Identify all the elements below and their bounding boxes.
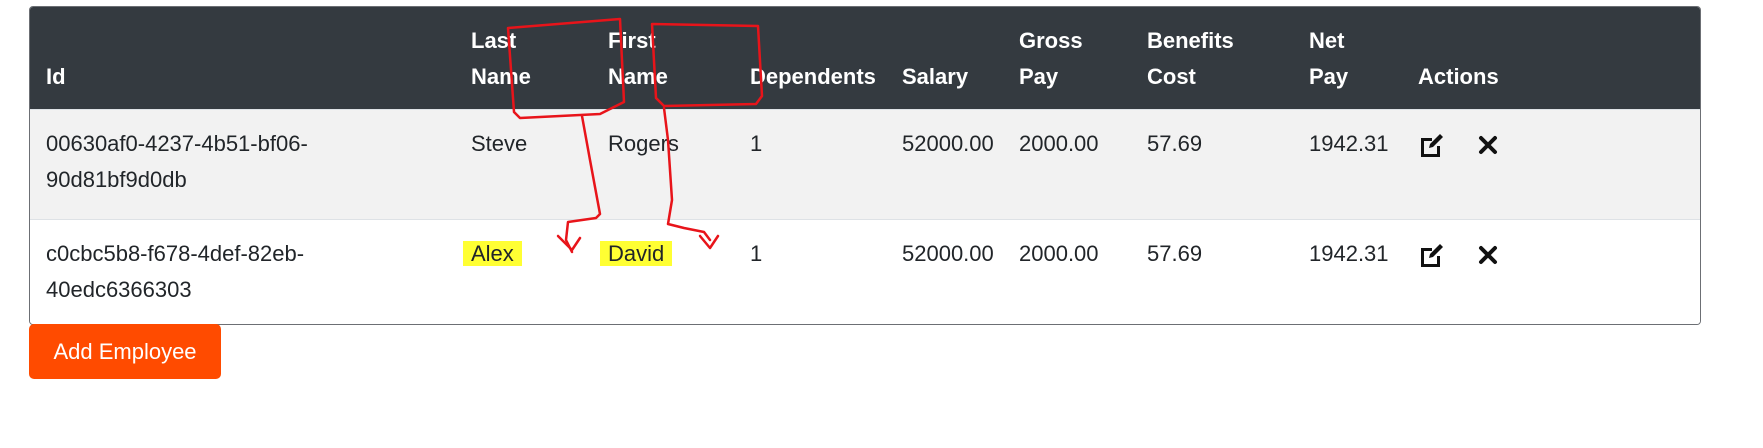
header-id-label: Id (46, 64, 66, 89)
header-net-pay: Net Pay (1293, 7, 1402, 110)
header-salary-label: Salary (902, 64, 969, 89)
cell-salary: 52000.00 (886, 219, 1003, 324)
header-dependents: Dependents (734, 7, 886, 110)
header-salary: Salary (886, 7, 1003, 110)
highlighted-last-name: Alex (463, 241, 522, 266)
header-first-name: First Name (592, 7, 734, 110)
cell-gross-pay: 2000.00 (1003, 219, 1131, 324)
add-employee-button[interactable]: Add Employee (29, 324, 221, 379)
cell-last-name: Steve (455, 109, 592, 220)
cell-net-pay: 1942.31 (1293, 109, 1402, 220)
header-benefits-cost-line1: Benefits (1147, 28, 1234, 53)
employee-table-container: Id Last Name First Name Dependents Salary … (29, 6, 1701, 325)
cell-first-name: David (592, 219, 734, 324)
header-last-name-line2: Name (471, 64, 531, 89)
header-actions: Actions (1402, 7, 1700, 110)
highlighted-first-name: David (600, 241, 673, 266)
header-first-name-line1: First (608, 28, 656, 53)
header-id: Id (30, 7, 455, 110)
header-row: Id Last Name First Name Dependents Salary … (30, 7, 1700, 110)
cell-gross-pay: 2000.00 (1003, 109, 1131, 220)
cell-id-line2: 90d81bf9d0db (46, 167, 187, 192)
cell-actions (1402, 109, 1700, 220)
cell-salary: 52000.00 (886, 109, 1003, 220)
cell-dependents: 1 (734, 109, 886, 220)
header-last-name: Last Name (455, 7, 592, 110)
cell-last-name: Alex (455, 219, 592, 324)
header-last-name-line1: Last (471, 28, 517, 53)
header-gross-pay-line2: Pay (1019, 64, 1059, 89)
table-body: 00630af0-4237-4b51-bf06- 90d81bf9d0db Ste… (30, 109, 1700, 324)
edit-icon[interactable] (1418, 131, 1446, 159)
cell-benefits-cost: 57.69 (1131, 219, 1293, 324)
header-actions-label: Actions (1418, 64, 1499, 89)
cell-id: 00630af0-4237-4b51-bf06- 90d81bf9d0db (30, 109, 455, 220)
cell-actions (1402, 219, 1700, 324)
cell-first-name: Rogers (592, 109, 734, 220)
header-net-pay-line2: Pay (1309, 64, 1349, 89)
table-row: 00630af0-4237-4b51-bf06- 90d81bf9d0db Ste… (30, 109, 1700, 220)
header-net-pay-line1: Net (1309, 28, 1345, 53)
employee-table: Id Last Name First Name Dependents Salary … (30, 7, 1700, 324)
table-row: c0cbc5b8-f678-4def-82eb-40edc6366303 Ale… (30, 219, 1700, 324)
cell-id: c0cbc5b8-f678-4def-82eb-40edc6366303 (30, 219, 455, 324)
close-icon[interactable] (1474, 241, 1502, 269)
header-benefits-cost-line2: Cost (1147, 64, 1196, 89)
header-dependents-label: Dependents (750, 64, 876, 89)
page: Id Last Name First Name Dependents Salary … (0, 0, 1763, 448)
table-header: Id Last Name First Name Dependents Salary … (30, 7, 1700, 110)
edit-icon[interactable] (1418, 241, 1446, 269)
cell-benefits-cost: 57.69 (1131, 109, 1293, 220)
header-gross-pay: Gross Pay (1003, 7, 1131, 110)
cell-id-line1: 00630af0-4237-4b51-bf06- (46, 131, 308, 156)
close-icon[interactable] (1474, 131, 1502, 159)
cell-net-pay: 1942.31 (1293, 219, 1402, 324)
cell-dependents: 1 (734, 219, 886, 324)
header-benefits-cost: Benefits Cost (1131, 7, 1293, 110)
header-first-name-line2: Name (608, 64, 668, 89)
header-gross-pay-line1: Gross (1019, 28, 1083, 53)
